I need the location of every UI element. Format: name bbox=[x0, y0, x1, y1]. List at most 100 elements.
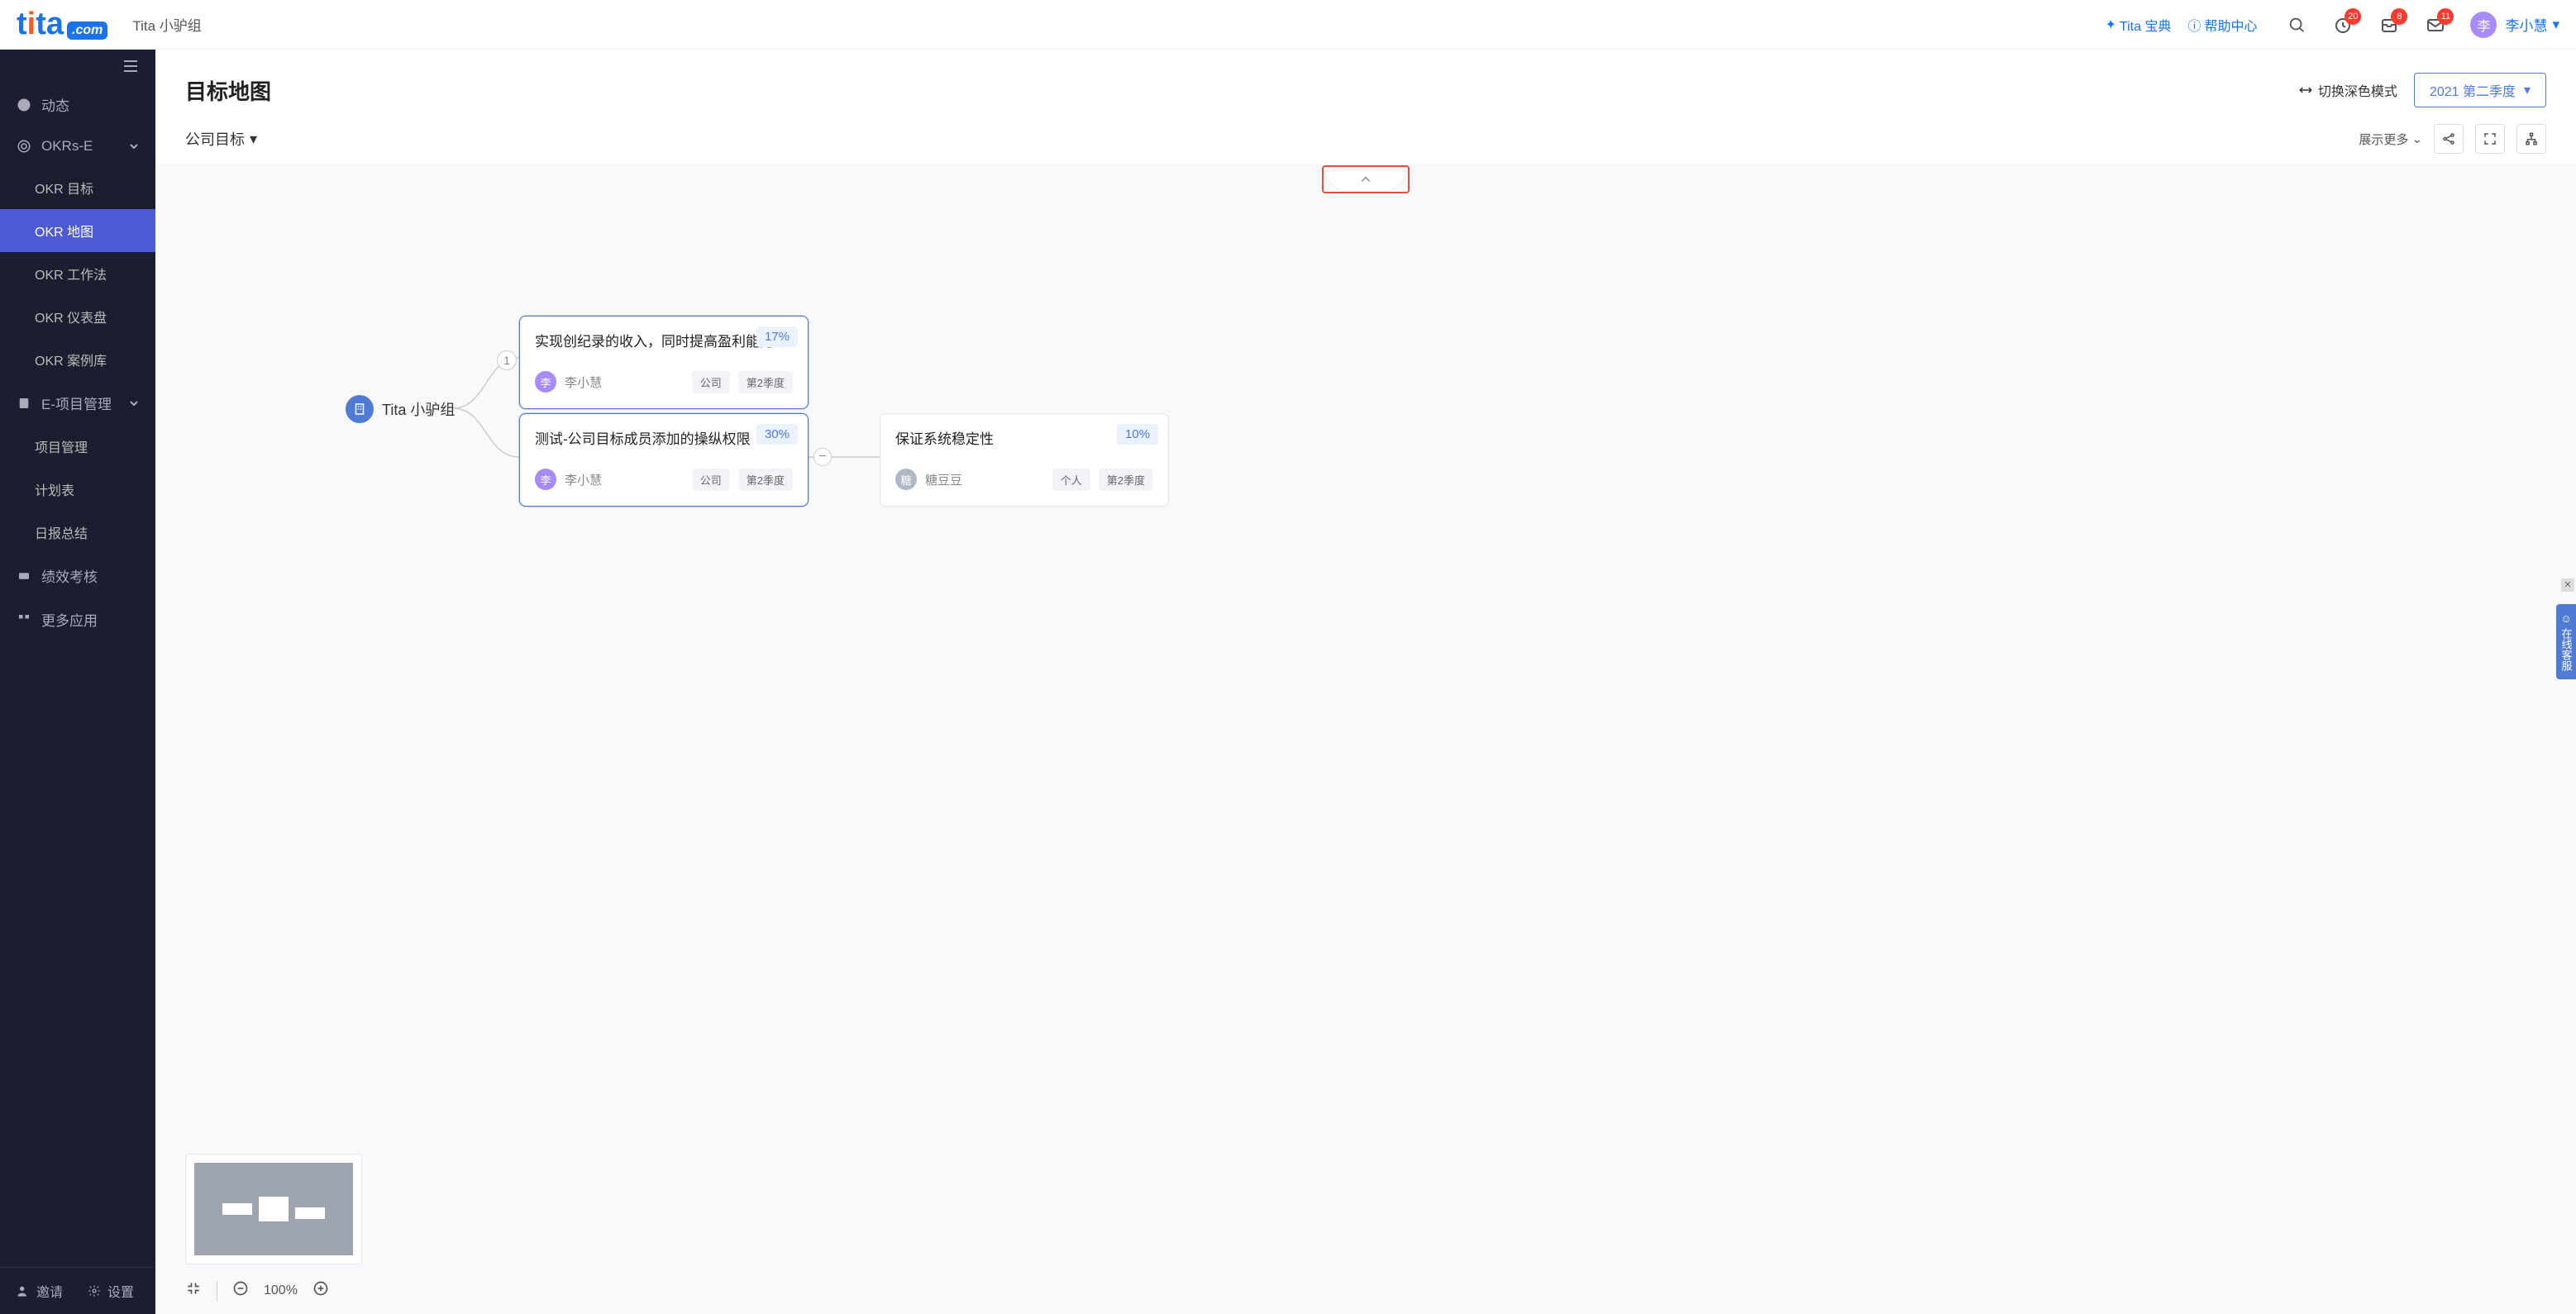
top-header: tita.com Tita 小驴组 ✦Tita 宝典 ⓘ帮助中心 20 8 11… bbox=[0, 0, 2576, 50]
swap-icon bbox=[2298, 83, 2313, 98]
settings-button[interactable]: 设置 bbox=[88, 1281, 134, 1301]
sidebar-toggle[interactable] bbox=[0, 50, 155, 83]
gear-icon bbox=[88, 1284, 101, 1297]
sidebar-subitem-schedule[interactable]: 计划表 bbox=[0, 468, 155, 511]
fullscreen-button[interactable] bbox=[2475, 124, 2505, 154]
user-name-label: 李小慧 bbox=[2505, 14, 2547, 35]
sidebar-item-project[interactable]: E-项目管理 bbox=[0, 381, 155, 425]
sidebar-item-performance[interactable]: 绩效考核 bbox=[0, 554, 155, 597]
sidebar-subitem-okr-cases[interactable]: OKR 案例库 bbox=[0, 338, 155, 381]
owner-name: 糖豆豆 bbox=[925, 471, 1044, 488]
okr-card[interactable]: 30% 测试-公司目标成员添加的操纵权限 李 李小慧 公司 第2季度 bbox=[519, 413, 809, 507]
expand-toggle[interactable]: − bbox=[813, 448, 832, 466]
sidebar-bottom: 邀请 设置 bbox=[0, 1267, 155, 1314]
goal-dropdown-label: 公司目标 bbox=[185, 128, 245, 150]
chevron-up-icon bbox=[1360, 174, 1371, 185]
collapse-handle[interactable] bbox=[1324, 167, 1407, 192]
dark-mode-label: 切换深色模式 bbox=[2318, 80, 2397, 100]
sidebar-subitem-okr-goal[interactable]: OKR 目标 bbox=[0, 166, 155, 209]
card-title: 实现创纪录的收入，同时提高盈利能力 bbox=[535, 331, 793, 353]
card-footer: 李 李小慧 公司 第2季度 bbox=[535, 469, 793, 491]
sparkle-icon: ✦ bbox=[2105, 17, 2116, 33]
show-more-label: 展示更多 bbox=[2359, 131, 2408, 148]
child-count-badge: 1 bbox=[497, 350, 517, 370]
logo[interactable]: tita.com bbox=[17, 7, 107, 42]
inbox-badge: 8 bbox=[2391, 8, 2407, 25]
link-help[interactable]: ⓘ帮助中心 bbox=[2187, 15, 2257, 35]
search-icon bbox=[2287, 16, 2306, 34]
mail-button[interactable]: 11 bbox=[2424, 13, 2447, 36]
user-menu[interactable]: 李小慧 ▾ bbox=[2505, 14, 2559, 35]
quarter-selector[interactable]: 2021 第二季度 ▾ bbox=[2414, 73, 2546, 107]
app-name: Tita 小驴组 bbox=[132, 14, 201, 35]
chevron-down-icon: ▾ bbox=[2524, 82, 2531, 98]
period-tag: 第2季度 bbox=[1099, 469, 1153, 491]
root-label: Tita 小驴组 bbox=[382, 398, 455, 420]
user-avatar[interactable]: 李 bbox=[2470, 12, 2497, 38]
page-title: 目标地图 bbox=[185, 75, 271, 106]
sidebar-subitem-daily-report[interactable]: 日报总结 bbox=[0, 511, 155, 554]
invite-label: 邀请 bbox=[36, 1281, 63, 1301]
sidebar-item-okrs[interactable]: OKRs-E bbox=[0, 126, 155, 166]
sidebar-item-label: E-项目管理 bbox=[41, 393, 112, 413]
main: 目标地图 切换深色模式 2021 第二季度 ▾ 公司目标 ▾ 展示更多 bbox=[155, 50, 2576, 1314]
logo-com: .com bbox=[67, 21, 107, 40]
chevron-down-icon: ⌄ bbox=[2411, 131, 2422, 146]
sidebar-item-label: OKRs-E bbox=[41, 138, 93, 155]
invite-button[interactable]: 邀请 bbox=[17, 1281, 63, 1301]
inbox-button[interactable]: 8 bbox=[2378, 13, 2401, 36]
apps-icon bbox=[17, 612, 31, 627]
show-more-dropdown[interactable]: 展示更多 ⌄ bbox=[2359, 131, 2422, 148]
sitemap-icon bbox=[2524, 131, 2539, 146]
chevron-down-icon bbox=[129, 398, 139, 408]
fit-button[interactable] bbox=[185, 1280, 202, 1301]
clipboard-icon bbox=[17, 396, 31, 411]
period-tag: 第2季度 bbox=[738, 469, 793, 491]
root-node[interactable]: Tita 小驴组 bbox=[346, 395, 455, 423]
close-support-button[interactable]: ✕ bbox=[2561, 578, 2574, 592]
zoom-bar: 100% bbox=[185, 1280, 329, 1301]
dark-mode-toggle[interactable]: 切换深色模式 bbox=[2298, 80, 2397, 100]
zoom-in-button[interactable] bbox=[312, 1280, 329, 1301]
hamburger-icon bbox=[122, 59, 139, 74]
chevron-down-icon bbox=[129, 141, 139, 151]
sidebar-subitem-okr-dashboard[interactable]: OKR 仪表盘 bbox=[0, 295, 155, 338]
share-button[interactable] bbox=[2434, 124, 2464, 154]
reminder-button[interactable]: 20 bbox=[2331, 13, 2354, 36]
building-icon bbox=[346, 395, 374, 423]
reminder-badge: 20 bbox=[2345, 8, 2361, 25]
progress-badge: 17% bbox=[756, 326, 798, 347]
user-plus-icon bbox=[17, 1284, 30, 1297]
logo-t: t bbox=[17, 7, 27, 42]
goal-dropdown[interactable]: 公司目标 ▾ bbox=[185, 128, 257, 150]
sidebar-subitem-okr-method[interactable]: OKR 工作法 bbox=[0, 252, 155, 295]
support-widget[interactable]: ☺ 在线客服 bbox=[2556, 604, 2576, 679]
help-icon: ⓘ bbox=[2187, 15, 2201, 35]
sidebar-subitem-okr-map[interactable]: OKR 地图 bbox=[0, 209, 155, 252]
logo-ta: ta bbox=[36, 7, 64, 42]
layout-button[interactable] bbox=[2516, 124, 2546, 154]
plus-icon bbox=[312, 1280, 329, 1297]
period-tag: 第2季度 bbox=[738, 371, 793, 393]
chevron-down-icon: ▾ bbox=[250, 131, 257, 148]
okr-card[interactable]: 17% 实现创纪录的收入，同时提高盈利能力 李 李小慧 公司 第2季度 bbox=[519, 316, 809, 409]
minimap[interactable] bbox=[185, 1154, 362, 1264]
sidebar-item-label: 更多应用 bbox=[41, 609, 98, 630]
support-label: 在线客服 bbox=[2559, 628, 2574, 671]
sub-head: 公司目标 ▾ 展示更多 ⌄ bbox=[155, 117, 2576, 164]
okr-card[interactable]: 10% 保证系统稳定性 糖 糖豆豆 个人 第2季度 bbox=[880, 413, 1169, 507]
sidebar-item-label: 动态 bbox=[41, 94, 69, 115]
progress-badge: 30% bbox=[756, 424, 798, 445]
settings-label: 设置 bbox=[107, 1281, 134, 1301]
link-baodian[interactable]: ✦Tita 宝典 bbox=[2105, 15, 2171, 35]
sidebar-item-more-apps[interactable]: 更多应用 bbox=[0, 597, 155, 641]
share-icon bbox=[2441, 131, 2456, 146]
sidebar-item-feed[interactable]: 动态 bbox=[0, 83, 155, 126]
zoom-out-button[interactable] bbox=[232, 1280, 249, 1301]
canvas[interactable]: Tita 小驴组 1 − 17% 实现创纪录的收入，同时提高盈利能力 李 李小慧… bbox=[155, 164, 2576, 1314]
sidebar: 动态 OKRs-E OKR 目标 OKR 地图 OKR 工作法 OKR 仪表盘 … bbox=[0, 50, 155, 1314]
layout: 动态 OKRs-E OKR 目标 OKR 地图 OKR 工作法 OKR 仪表盘 … bbox=[0, 50, 2576, 1314]
sidebar-subitem-project-mgmt[interactable]: 项目管理 bbox=[0, 425, 155, 468]
search-button[interactable] bbox=[2285, 13, 2308, 36]
chevron-down-icon: ▾ bbox=[2552, 17, 2559, 33]
